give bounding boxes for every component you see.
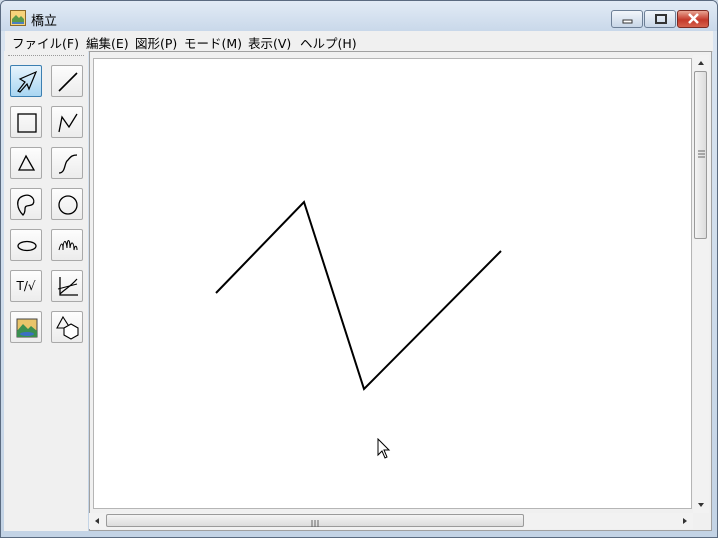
circle-tool[interactable] — [51, 188, 83, 220]
menu-mode[interactable]: モード(M) — [184, 33, 242, 52]
scroll-up-icon[interactable] — [693, 55, 709, 71]
title-bar[interactable]: 橋立 — [1, 1, 717, 31]
grip-icon — [311, 520, 319, 527]
menu-view[interactable]: 表示(V) — [248, 33, 291, 52]
grip-icon — [698, 150, 705, 158]
close-icon — [688, 13, 699, 24]
menu-help[interactable]: ヘルプ(H) — [300, 33, 357, 52]
horizontal-scroll-thumb[interactable] — [106, 514, 524, 527]
circle-icon — [58, 195, 78, 215]
square-icon — [17, 113, 37, 133]
line-tool[interactable] — [51, 65, 83, 97]
toolbox: T/√ — [4, 51, 88, 531]
drawing-canvas[interactable] — [93, 58, 692, 509]
menu-shape[interactable]: 図形(P) — [135, 33, 177, 52]
curve-tool[interactable] — [51, 147, 83, 179]
minimize-button[interactable] — [611, 10, 643, 28]
maximize-icon — [655, 14, 667, 24]
solid-shape-tool[interactable] — [51, 311, 83, 343]
scroll-right-icon[interactable] — [677, 513, 693, 529]
line-icon — [58, 72, 78, 92]
text-formula-tool[interactable]: T/√ — [10, 270, 42, 302]
arrow-icon — [17, 70, 38, 93]
spiral-icon — [58, 240, 78, 251]
polygon-tool[interactable] — [10, 147, 42, 179]
menu-file[interactable]: ファイル(F) — [12, 33, 79, 52]
scroll-down-icon[interactable] — [693, 497, 709, 513]
window-title: 橋立 — [31, 14, 58, 29]
ellipse-icon — [17, 240, 37, 252]
graph-tool[interactable] — [51, 270, 83, 302]
scroll-left-icon[interactable] — [89, 513, 105, 529]
freeform-tool[interactable] — [10, 188, 42, 220]
shapes-icon — [56, 315, 79, 340]
text-formula-icon: T/√ — [16, 279, 36, 293]
polyline-tool[interactable] — [51, 106, 83, 138]
blob-icon — [17, 194, 35, 216]
curve-icon — [58, 154, 78, 174]
maximize-button[interactable] — [644, 10, 676, 28]
minimize-icon — [622, 19, 633, 24]
vertical-scrollbar[interactable] — [693, 55, 709, 513]
select-tool[interactable] — [10, 65, 42, 97]
polyline-icon — [58, 113, 78, 133]
menu-bar: ファイル(F) 編集(E) 図形(P) モード(M) 表示(V) ヘルプ(H) — [5, 31, 713, 52]
spiral-tool[interactable] — [51, 229, 83, 261]
menu-edit[interactable]: 編集(E) — [86, 33, 129, 52]
horizontal-scrollbar[interactable] — [89, 513, 693, 529]
rectangle-tool[interactable] — [10, 106, 42, 138]
toolbox-grip[interactable] — [8, 55, 84, 58]
graph-icon — [57, 277, 78, 296]
triangle-icon — [17, 154, 36, 171]
app-icon — [10, 10, 26, 26]
image-tool[interactable] — [10, 311, 42, 343]
vertical-scroll-thumb[interactable] — [694, 71, 707, 239]
mouse-cursor-icon — [377, 438, 391, 459]
picture-icon — [16, 318, 38, 338]
ellipse-tool[interactable] — [10, 229, 42, 261]
close-button[interactable] — [677, 10, 709, 28]
